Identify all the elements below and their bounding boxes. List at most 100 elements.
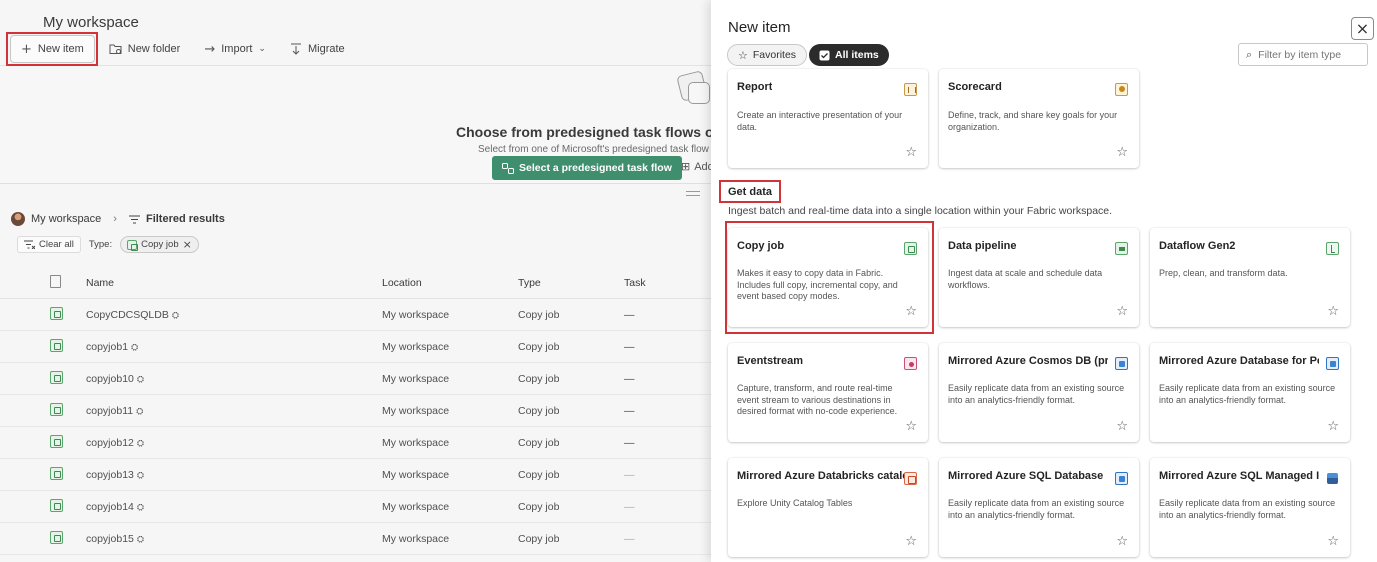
banner-subtitle: Select from one of Microsoft's predesign…	[478, 144, 709, 155]
eventstream-icon	[904, 357, 917, 370]
item-card-report[interactable]: Report Create an interactive presentatio…	[728, 69, 928, 168]
column-header-location[interactable]: Location	[382, 277, 422, 289]
item-card-eventstream[interactable]: Eventstream Capture, transform, and rout…	[728, 343, 928, 442]
favorite-star-icon[interactable]: ☆	[1116, 304, 1128, 319]
favorite-star-icon[interactable]: ☆	[1116, 419, 1128, 434]
item-location: My workspace	[382, 500, 450, 513]
close-icon[interactable]: ×	[183, 238, 192, 251]
clear-all-button[interactable]: Clear all	[17, 236, 81, 253]
add-task-button[interactable]: ⊞ Add	[681, 160, 711, 173]
new-folder-button[interactable]: New folder	[99, 35, 191, 63]
item-location: My workspace	[382, 468, 450, 481]
card-description: Prep, clean, and transform data.	[1159, 268, 1288, 278]
panel-title: New item	[728, 19, 791, 36]
item-type: Copy job	[518, 532, 560, 545]
favorite-star-icon[interactable]: ☆	[1116, 145, 1128, 160]
item-name[interactable]: copyjob1 ⛭	[86, 341, 138, 353]
close-panel-button[interactable]: ×	[1351, 17, 1374, 40]
favorite-star-icon[interactable]: ☆	[1327, 534, 1339, 549]
table-row[interactable]: copyjob1 ⛭ My workspace Copy job —	[0, 331, 711, 363]
page-title: My workspace	[43, 14, 139, 31]
item-card-data-pipeline[interactable]: Data pipeline Ingest data at scale and s…	[939, 228, 1139, 327]
migrate-label: Migrate	[307, 43, 345, 55]
copy-job-icon	[50, 338, 63, 355]
report-icon	[904, 83, 917, 96]
item-location: My workspace	[382, 340, 450, 353]
item-card-mirrored-postgres[interactable]: Mirrored Azure Database for Po... Easily…	[1150, 343, 1350, 442]
item-card-mirrored-sql-database[interactable]: Mirrored Azure SQL Database Easily repli…	[939, 458, 1139, 557]
table-header: Name Location Type Task	[0, 268, 711, 299]
resize-handle[interactable]	[686, 191, 700, 196]
filter-bar: Clear all Type: Copy job ×	[17, 236, 199, 253]
data-pipeline-icon	[1115, 242, 1128, 255]
favorite-star-icon[interactable]: ☆	[905, 304, 917, 319]
item-name[interactable]: copyjob14 ⛭	[86, 501, 144, 513]
item-name[interactable]: copyjob10 ⛭	[86, 373, 144, 385]
breadcrumb-workspace[interactable]: My workspace	[31, 213, 101, 225]
item-card-mirrored-sql-managed-instance[interactable]: Mirrored Azure SQL Managed In... Easily …	[1150, 458, 1350, 557]
section-title-get-data: Get data	[728, 186, 773, 198]
clear-filter-icon	[24, 240, 35, 249]
shared-icon: ⛭	[136, 374, 145, 385]
shared-icon: ⛭	[171, 310, 180, 321]
card-title: Scorecard	[948, 81, 1002, 93]
copy-job-icon	[50, 306, 63, 323]
favorite-star-icon[interactable]: ☆	[905, 534, 917, 549]
workspace-view: My workspace + New item New folder → Imp…	[0, 0, 711, 562]
item-name[interactable]: copyjob12 ⛭	[86, 437, 144, 449]
item-name[interactable]: copyjob15 ⛭	[86, 533, 144, 545]
copy-job-icon	[50, 434, 63, 451]
select-task-flow-button[interactable]: Select a predesigned task flow	[492, 156, 682, 180]
favorite-star-icon[interactable]: ☆	[905, 419, 917, 434]
item-name[interactable]: copyjob11 ⛭	[86, 405, 143, 417]
tab-favorites-label: Favorites	[752, 49, 797, 61]
filter-lines-icon	[128, 215, 140, 223]
card-description: Explore Unity Catalog Tables	[737, 498, 853, 508]
copy-job-icon	[50, 498, 63, 515]
table-row[interactable]: CopyCDCSQLDB ⛭ My workspace Copy job —	[0, 299, 711, 331]
item-type: Copy job	[518, 500, 560, 513]
filter-by-type-input[interactable]	[1258, 48, 1359, 61]
item-type: Copy job	[518, 468, 560, 481]
item-card-mirrored-cosmos-db[interactable]: Mirrored Azure Cosmos DB (pre... Easily …	[939, 343, 1139, 442]
copy-job-icon	[50, 402, 63, 419]
table-row[interactable]: copyjob14 ⛭ My workspace Copy job —	[0, 491, 711, 523]
table-row[interactable]: copyjob12 ⛭ My workspace Copy job —	[0, 427, 711, 459]
copy-job-icon	[50, 466, 63, 483]
item-card-dataflow-gen2[interactable]: Dataflow Gen2 Prep, clean, and transform…	[1150, 228, 1350, 327]
favorite-star-icon[interactable]: ☆	[1116, 534, 1128, 549]
import-button[interactable]: → Import ⌄	[194, 35, 276, 63]
tab-favorites[interactable]: ☆ Favorites	[727, 44, 808, 66]
card-description: Easily replicate data from an existing s…	[1159, 383, 1336, 405]
table-row[interactable]: copyjob10 ⛭ My workspace Copy job —	[0, 363, 711, 395]
item-name[interactable]: copyjob13 ⛭	[86, 469, 144, 481]
column-header-name[interactable]: Name	[86, 277, 114, 289]
tab-all-items[interactable]: All items	[809, 44, 889, 66]
card-title: Data pipeline	[948, 240, 1017, 252]
section-subtitle: Ingest batch and real-time data into a s…	[728, 205, 1113, 217]
migrate-icon	[290, 43, 301, 55]
favorite-star-icon[interactable]: ☆	[1327, 304, 1339, 319]
table-row[interactable]: copyjob11 ⛭ My workspace Copy job —	[0, 395, 711, 427]
item-card-scorecard[interactable]: Scorecard Define, track, and share key g…	[939, 69, 1139, 168]
favorite-star-icon[interactable]: ☆	[1327, 419, 1339, 434]
select-task-flow-label: Select a predesigned task flow	[519, 162, 672, 174]
new-item-button[interactable]: + New item	[10, 35, 95, 63]
card-description: Easily replicate data from an existing s…	[948, 498, 1125, 520]
migrate-button[interactable]: Migrate	[280, 35, 355, 63]
table-row[interactable]: copyjob13 ⛭ My workspace Copy job —	[0, 459, 711, 491]
filter-by-type-field[interactable]: ⌕	[1238, 43, 1368, 66]
item-task: —	[624, 436, 635, 449]
item-card-copy-job[interactable]: Copy job Makes it easy to copy data in F…	[728, 228, 928, 327]
table-row[interactable]: copyjob15 ⛭ My workspace Copy job —	[0, 523, 711, 555]
item-name[interactable]: CopyCDCSQLDB ⛭	[86, 309, 179, 321]
card-title: Mirrored Azure SQL Managed In...	[1159, 470, 1319, 482]
column-header-type[interactable]: Type	[518, 277, 541, 289]
card-description: Makes it easy to copy data in Fabric. In…	[737, 268, 898, 301]
item-type: Copy job	[518, 404, 560, 417]
copy-job-icon	[904, 242, 917, 255]
copy-job-filter-chip[interactable]: Copy job ×	[120, 236, 199, 253]
favorite-star-icon[interactable]: ☆	[905, 145, 917, 160]
column-header-task[interactable]: Task	[624, 277, 646, 289]
item-card-mirrored-databricks[interactable]: Mirrored Azure Databricks catalog Explor…	[728, 458, 928, 557]
